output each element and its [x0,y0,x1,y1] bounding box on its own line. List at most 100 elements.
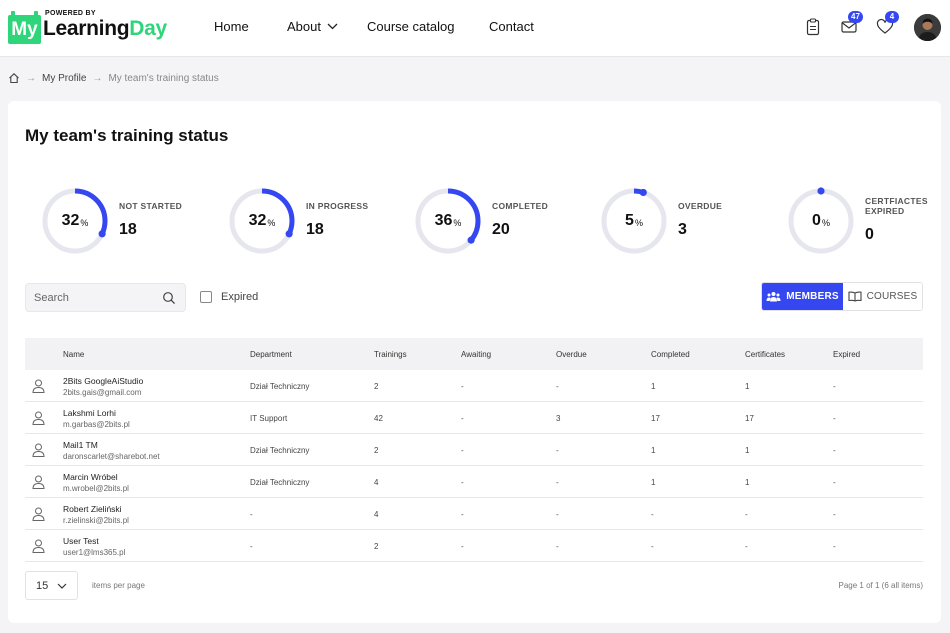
member-name[interactable]: Robert Zieliński [63,504,129,515]
nav-course-catalog[interactable]: Course catalog [367,19,454,34]
courses-view-button[interactable]: COURSES [843,283,922,310]
heart-icon[interactable]: 4 [875,11,899,37]
col-header-name[interactable]: Name [63,350,84,359]
cell-completed: - [651,542,654,551]
stat-label: OVERDUE [678,201,723,211]
cell-department: IT Support [250,414,288,423]
table-row[interactable]: 2Bits GoogleAiStudio 2bits.gais@gmail.com… [25,370,923,402]
col-header-trainings[interactable]: Trainings [374,350,407,359]
member-name[interactable]: Mail1 TM [63,440,160,451]
nav-about[interactable]: About [287,19,338,34]
courses-view-label: COURSES [866,291,918,302]
member-email: m.wrobel@2bits.pl [63,484,129,493]
book-icon [848,291,862,302]
member-cell: Mail1 TM daronscarlet@sharebot.net [63,440,160,462]
member-cell: 2Bits GoogleAiStudio 2bits.gais@gmail.com [63,376,143,398]
cell-department: - [250,542,253,551]
search-input[interactable] [34,290,159,306]
breadcrumb: → My Profile → My team's training status [8,72,219,84]
col-header-awaiting[interactable]: Awaiting [461,350,491,359]
cell-expired: - [833,510,836,519]
breadcrumb-separator: → [92,72,103,84]
table-row[interactable]: Lakshmi Lorhi m.garbas@2bits.pl IT Suppor… [25,402,923,434]
stat-label: NOT STARTED [119,201,183,211]
cell-trainings: 2 [374,542,379,551]
chevron-down-icon [327,23,338,30]
per-page-select[interactable]: 15 [25,571,78,600]
col-header-overdue[interactable]: Overdue [556,350,587,359]
cell-overdue: - [556,542,559,551]
cell-certificates: 1 [745,382,750,391]
stat-in-progress: 32% IN PROGRESS 18 [227,186,377,256]
clipboard-icon[interactable] [803,17,823,37]
stat-count: 20 [492,221,510,238]
cell-awaiting: - [461,542,464,551]
top-header: POWERED BY My LearningDay Home About Cou… [0,0,950,57]
member-email: 2bits.gais@gmail.com [63,388,142,397]
home-icon[interactable] [8,72,20,84]
cell-certificates: 1 [745,446,750,455]
nav-contact[interactable]: Contact [489,19,534,34]
breadcrumb-my-profile[interactable]: My Profile [42,73,86,84]
cell-trainings: 42 [374,414,383,423]
member-name[interactable]: Lakshmi Lorhi [63,408,130,419]
table-row[interactable]: Marcin Wróbel m.wrobel@2bits.pl Dział Tec… [25,466,923,498]
cell-completed: - [651,510,654,519]
avatar[interactable] [914,14,941,41]
logo[interactable]: POWERED BY My LearningDay [8,10,167,44]
per-page-label: items per page [92,581,145,590]
members-view-button[interactable]: MEMBERS [762,283,843,310]
expired-label: Expired [221,291,259,303]
table-row[interactable]: Mail1 TM daronscarlet@sharebot.net Dział … [25,434,923,466]
table-row[interactable]: Robert Zieliński r.zielinski@2bits.pl - 4… [25,498,923,530]
user-icon [32,411,45,425]
cell-expired: - [833,446,836,455]
cell-overdue: - [556,510,559,519]
cell-overdue: - [556,478,559,487]
cell-certificates: - [745,542,748,551]
member-cell: User Test user1@lms365.pl [63,536,125,558]
logo-wordmark: LearningDay [43,17,167,40]
cell-awaiting: - [461,446,464,455]
cell-completed: 1 [651,478,656,487]
member-email: m.garbas@2bits.pl [63,420,130,429]
stat-percent: 0% [812,212,830,229]
cell-overdue: 3 [556,414,561,423]
search-box [25,283,186,312]
expired-filter[interactable]: Expired [200,291,258,303]
cell-expired: - [833,382,836,391]
nav-home[interactable]: Home [214,19,249,34]
member-email: daronscarlet@sharebot.net [63,452,160,461]
members-view-label: MEMBERS [786,291,839,302]
expired-checkbox[interactable] [200,291,212,303]
cell-expired: - [833,478,836,487]
cell-department: Dział Techniczny [250,478,310,487]
logo-powered-by: POWERED BY [45,10,96,17]
nav-about-label: About [287,19,321,34]
cell-trainings: 4 [374,510,379,519]
mail-icon[interactable]: 47 [839,11,863,37]
user-icon [32,443,45,457]
page-title: My team's training status [25,126,229,145]
cell-completed: 1 [651,382,656,391]
col-header-department[interactable]: Department [250,350,292,359]
stat-overdue: 5% OVERDUE 3 [599,186,749,256]
member-name[interactable]: User Test [63,536,125,547]
col-header-completed[interactable]: Completed [651,350,690,359]
cell-overdue: - [556,446,559,455]
col-header-certificates[interactable]: Certificates [745,350,785,359]
user-icon [32,379,45,393]
per-page-value: 15 [36,580,49,592]
stat-percent: 36% [434,212,462,229]
search-icon[interactable] [162,291,176,305]
member-email: user1@lms365.pl [63,548,126,557]
cell-completed: 1 [651,446,656,455]
member-name[interactable]: Marcin Wróbel [63,472,129,483]
table-row[interactable]: User Test user1@lms365.pl - 2 - - - - - [25,530,923,562]
cell-trainings: 2 [374,382,379,391]
breadcrumb-separator: → [26,72,36,84]
messages-badge: 47 [848,11,863,23]
col-header-expired[interactable]: Expired [833,350,860,359]
user-icon [32,507,45,521]
member-name[interactable]: 2Bits GoogleAiStudio [63,376,143,387]
